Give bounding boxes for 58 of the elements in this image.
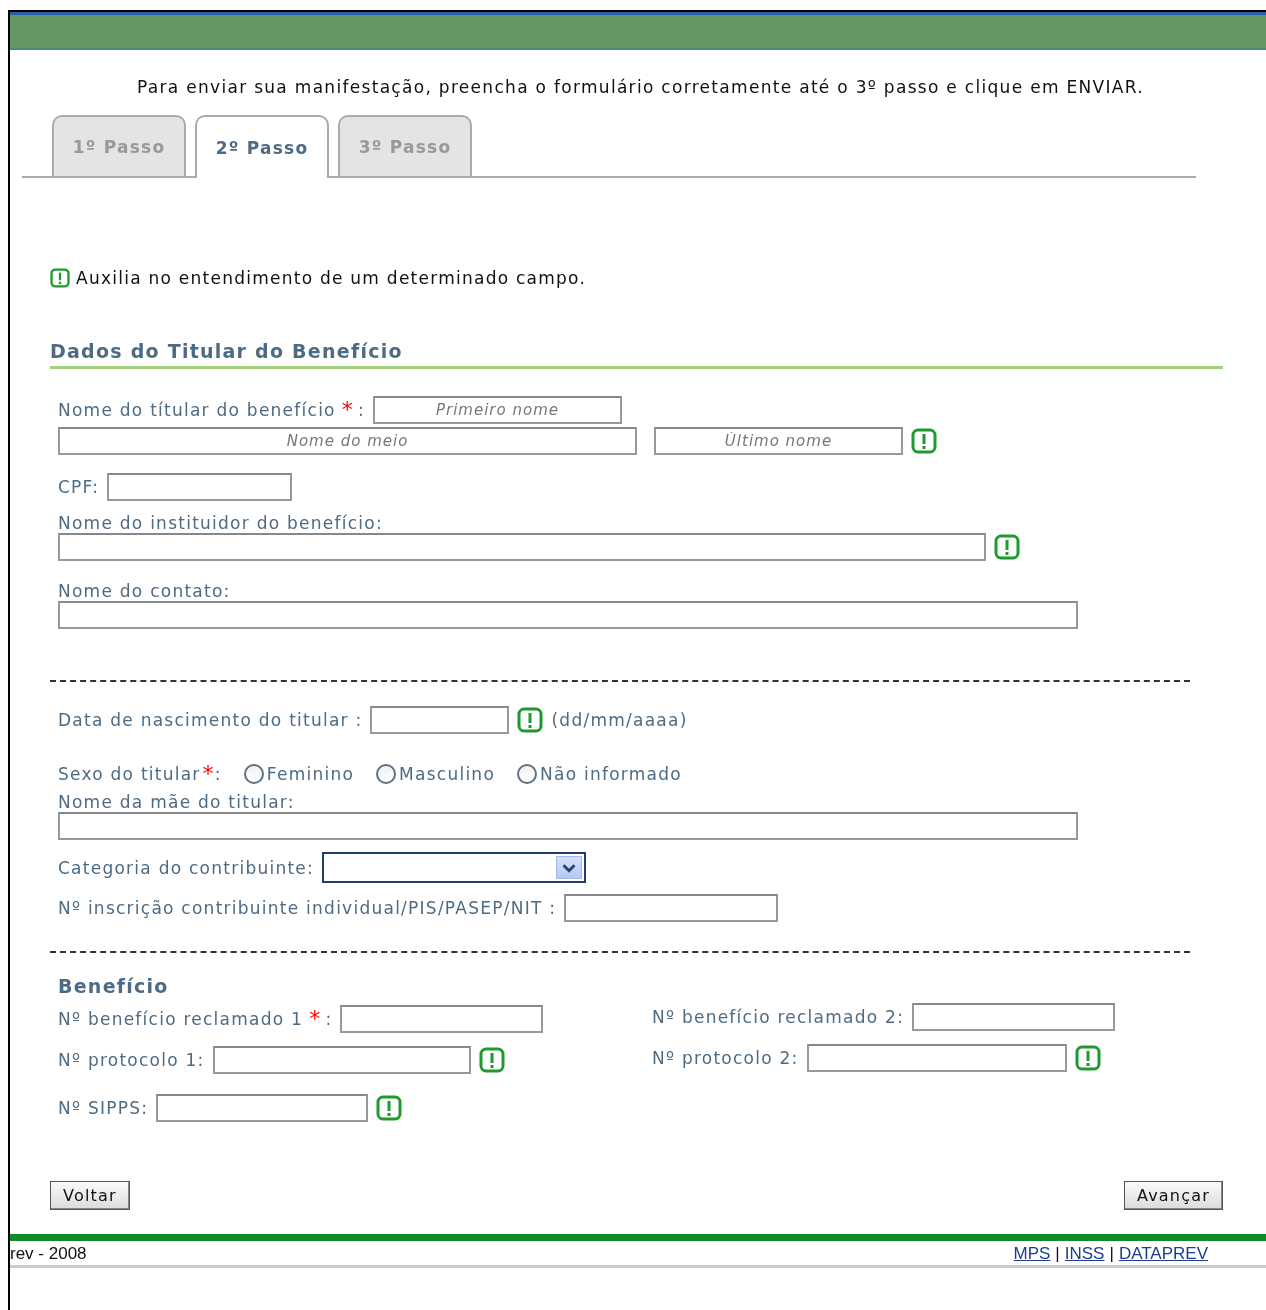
category-dropdown[interactable] [322, 852, 587, 883]
label-colon: : [214, 764, 222, 784]
text-field[interactable] [156, 1094, 369, 1122]
text-field[interactable] [912, 1003, 1116, 1031]
radio-button[interactable] [517, 764, 538, 784]
help-icon [50, 268, 70, 288]
field-label: Nome do títular do benefício [58, 400, 336, 420]
radio-button[interactable] [376, 764, 397, 784]
footer-link[interactable]: DATAPREV [1118, 1244, 1208, 1265]
field-label: Data de nascimento do titular : [58, 710, 363, 730]
radio-label[interactable]: Masculino [399, 764, 496, 784]
footer-link[interactable]: MPS [1013, 1244, 1051, 1265]
caret-icon [556, 856, 583, 879]
field-label: Nome do contato: [58, 581, 231, 601]
field-label: Nº inscrição contribuinte individual/PIS/PASEP/NIT : [58, 898, 557, 918]
field-label: Nome da mãe do titular: [58, 792, 295, 812]
text-field[interactable] [58, 601, 1078, 629]
field-label: Nº benefício reclamado 1 [58, 1009, 304, 1029]
required-mark: * [341, 399, 354, 421]
date-format-hint: (dd/mm/aaaa) [551, 710, 688, 730]
text-field[interactable] [58, 812, 1078, 840]
field-label: Nome do instituidor do benefício: [58, 513, 383, 533]
text-field[interactable] [340, 1005, 544, 1033]
text-field[interactable] [564, 894, 779, 922]
field-label: CPF: [58, 477, 100, 497]
field-label: Nº SIPPS: [58, 1098, 149, 1118]
text-field[interactable]: Primeiro nome [373, 396, 622, 424]
footer-link[interactable]: INSS [1064, 1244, 1105, 1265]
label-colon: : [325, 1009, 333, 1029]
text-field[interactable] [212, 1046, 471, 1074]
text-field[interactable] [107, 473, 293, 501]
field-label: Nº benefício reclamado 2: [652, 1007, 905, 1027]
copyright-text: rev - 2008 [10, 1244, 87, 1265]
link-separator: | [1109, 1244, 1114, 1265]
radio-button[interactable] [243, 764, 264, 784]
section-heading: Dados do Titular do Benefício [50, 340, 403, 362]
next-button[interactable]: Avançar [1124, 1181, 1223, 1210]
field-label: Categoria do contribuinte: [58, 857, 315, 878]
field-label: Nº protocolo 2: [652, 1048, 799, 1068]
text-field[interactable] [58, 533, 986, 561]
text-field[interactable]: Último nome [654, 427, 903, 455]
radio-label[interactable]: Feminino [266, 764, 355, 784]
field-label: Sexo do titular [58, 764, 201, 784]
section-heading: Benefício [58, 975, 169, 997]
radio-option[interactable]: Masculino [376, 764, 496, 784]
text-field[interactable] [806, 1044, 1067, 1072]
text-field[interactable]: Nome do meio [58, 427, 637, 455]
radio-option[interactable]: Feminino [243, 764, 355, 784]
required-mark: * [309, 1008, 322, 1030]
required-mark: * [202, 763, 215, 785]
field-label: Nº protocolo 1: [58, 1050, 205, 1070]
link-separator: | [1055, 1244, 1060, 1265]
intro-text: Para enviar sua manifestação, preencha o formulário corretamente até o 3º passo e clique em ENVIAR. [137, 77, 1144, 97]
text-field[interactable] [370, 706, 510, 734]
step-tab[interactable]: 2º Passo [195, 115, 329, 178]
help-note: Auxilia no entendimento de um determinado campo. [76, 268, 587, 288]
label-colon: : [358, 400, 365, 420]
back-button[interactable]: Voltar [50, 1181, 130, 1210]
